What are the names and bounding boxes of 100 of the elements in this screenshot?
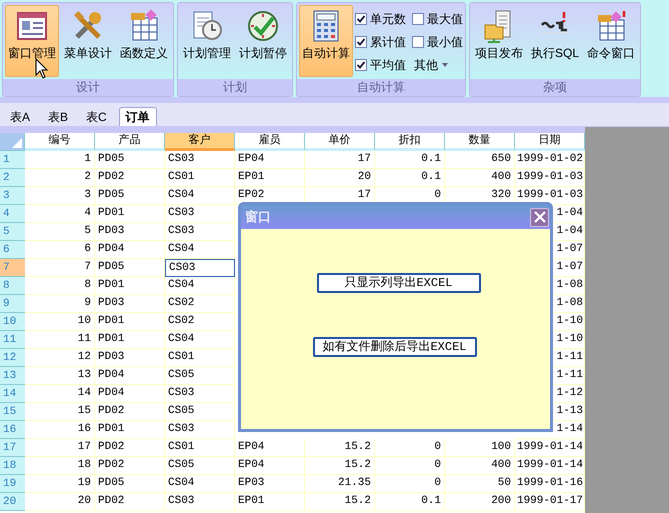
table-cell: PD02 (95, 439, 165, 457)
table-cell: PD03 (95, 223, 165, 241)
table-cell: PD04 (95, 385, 165, 403)
ribbon-button[interactable]: 项目发布 (472, 5, 526, 77)
table-cell: PD02 (95, 403, 165, 421)
row-header[interactable]: 18 (0, 457, 25, 475)
export-button[interactable]: 只显示列导出EXCEL (316, 273, 480, 293)
checkbox-item[interactable]: 单元数 (355, 7, 406, 30)
row-header[interactable]: 5 (0, 223, 25, 241)
row-header[interactable]: 2 (0, 169, 25, 187)
checkbox-item[interactable]: 最大值 (412, 7, 463, 30)
column-header[interactable]: 折扣 (375, 133, 445, 151)
corner-cell[interactable] (0, 133, 25, 151)
dropdown-button[interactable]: 其他 (412, 53, 463, 76)
table-cell: CS04 (165, 241, 235, 259)
row-header[interactable]: 15 (0, 403, 25, 421)
checkbox[interactable] (355, 36, 367, 48)
row-header[interactable]: 3 (0, 187, 25, 205)
table-cell: 13 (25, 367, 95, 385)
table-cell: PD02 (95, 457, 165, 475)
ribbon-button[interactable]: 计划暂停 (236, 5, 290, 77)
column-header[interactable]: 日期 (515, 133, 585, 151)
row-header[interactable]: 14 (0, 385, 25, 403)
table-cell: 1 (25, 151, 95, 169)
table-cell: PD01 (95, 277, 165, 295)
table-cell[interactable]: CS03 (165, 259, 235, 277)
column-header[interactable]: 编号 (25, 133, 95, 151)
ribbon-button[interactable]: 计划管理 (180, 5, 234, 77)
table-cell: 20 (305, 169, 375, 187)
column-header[interactable]: 雇员 (235, 133, 305, 151)
sheet-tab[interactable]: 表C (80, 107, 113, 126)
checkbox[interactable] (355, 58, 367, 70)
row-header[interactable]: 12 (0, 349, 25, 367)
table-cell: 14 (25, 385, 95, 403)
column-header[interactable]: 产品 (95, 133, 165, 151)
ribbon-button[interactable]: 菜单设计 (61, 5, 115, 77)
checkbox[interactable] (355, 12, 367, 24)
ribbon-button[interactable]: 自动计算 (299, 5, 353, 77)
sheet-tab[interactable]: 表A (4, 107, 36, 126)
table-cell: 0 (375, 439, 445, 457)
checkbox-item[interactable]: 累计值 (355, 30, 406, 53)
group-label: 计划 (178, 79, 292, 96)
group-label: 自动计算 (297, 79, 465, 96)
caret-icon (442, 62, 448, 66)
row-header[interactable]: 19 (0, 475, 25, 493)
column-header[interactable]: 数量 (445, 133, 515, 151)
table-cell: 5 (25, 223, 95, 241)
row-header[interactable]: 9 (0, 295, 25, 313)
table-cell: 400 (445, 169, 515, 187)
table-cell: 12 (25, 349, 95, 367)
row-header[interactable]: 8 (0, 277, 25, 295)
row-header[interactable]: 11 (0, 331, 25, 349)
row-header[interactable]: 20 (0, 493, 25, 511)
row-header[interactable]: 16 (0, 421, 25, 439)
table-cell: 8 (25, 277, 95, 295)
table-cell: 6 (25, 241, 95, 259)
export-button[interactable]: 如有文件删除后导出EXCEL (312, 337, 476, 357)
checkbox[interactable] (412, 36, 424, 48)
ribbon-button[interactable]: 命令窗口 (584, 5, 638, 77)
corner-triangle-icon (12, 138, 22, 148)
table-cell: EP04 (235, 439, 305, 457)
close-button[interactable] (530, 208, 549, 226)
window-title: 窗口 (245, 208, 271, 226)
column-header[interactable]: 单价 (305, 133, 375, 151)
checkbox-item[interactable]: 平均值 (355, 53, 406, 76)
row-header[interactable]: 4 (0, 205, 25, 223)
checkbox-item[interactable]: 最小值 (412, 30, 463, 53)
table-cell: 1999-01-17 (515, 493, 585, 511)
table-cell: EP04 (235, 151, 305, 169)
table-cell: PD04 (95, 241, 165, 259)
table-cell: CS05 (165, 403, 235, 421)
row-header[interactable]: 1 (0, 151, 25, 169)
row-header[interactable]: 10 (0, 313, 25, 331)
table-cell: PD05 (95, 187, 165, 205)
table-cell: 0 (375, 475, 445, 493)
clock-check-icon (246, 9, 280, 43)
table-cell: CS03 (165, 151, 235, 169)
table-cell: PD05 (95, 475, 165, 493)
table-cell: 0 (375, 457, 445, 475)
ribbon-button[interactable]: 执行SQL (528, 5, 582, 77)
table-cell: PD03 (95, 295, 165, 313)
table-cell: CS03 (165, 223, 235, 241)
row-header[interactable]: 13 (0, 367, 25, 385)
table-cell: 10 (25, 313, 95, 331)
sheet-tab[interactable]: 订单 (118, 107, 157, 126)
table-cell: PD05 (95, 259, 165, 277)
table-cell: PD01 (95, 421, 165, 439)
row-header[interactable]: 17 (0, 439, 25, 457)
table-cell: CS02 (165, 295, 235, 313)
table-cell: EP01 (235, 493, 305, 511)
column-header[interactable]: 客户 (165, 133, 235, 151)
sheet-tab[interactable]: 表B (42, 107, 74, 126)
ribbon-button[interactable]: 函数定义 (117, 5, 171, 77)
row-header[interactable]: 6 (0, 241, 25, 259)
ribbon-button[interactable]: 窗口管理 (5, 5, 59, 77)
table-cell: 2 (25, 169, 95, 187)
table-cell: 15 (25, 403, 95, 421)
table-cell: PD01 (95, 331, 165, 349)
checkbox[interactable] (412, 12, 424, 24)
table-cell: PD01 (95, 205, 165, 223)
